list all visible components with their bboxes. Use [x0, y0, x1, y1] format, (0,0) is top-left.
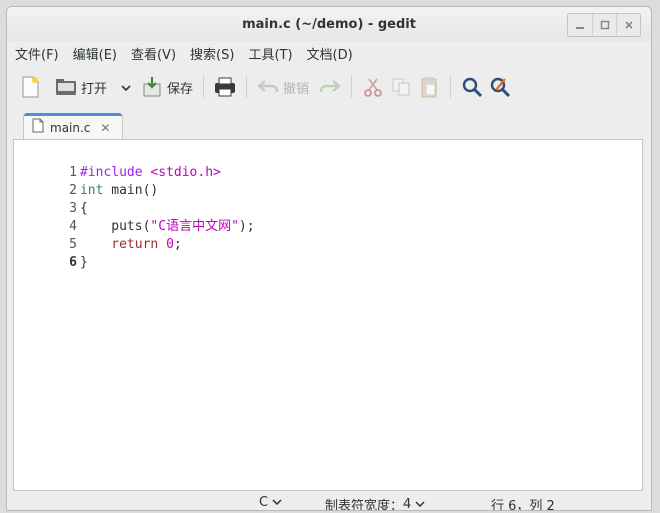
tab-width-selector[interactable]: 制表符宽度： 4: [325, 495, 425, 511]
close-button[interactable]: [616, 14, 640, 36]
recent-files-dropdown-icon[interactable]: [121, 81, 131, 94]
menu-view[interactable]: 查看(V): [131, 44, 176, 63]
find-replace-button[interactable]: [489, 73, 511, 101]
menu-bar: 文件(F) 编辑(E) 查看(V) 搜索(S) 工具(T) 文档(D): [7, 42, 651, 64]
language-label: C: [259, 495, 269, 510]
code-line: 3{: [14, 182, 88, 216]
new-document-button[interactable]: [19, 73, 41, 101]
tab-close-icon[interactable]: ✕: [100, 121, 110, 135]
redo-icon: [319, 76, 341, 98]
copy-button[interactable]: [390, 73, 412, 101]
code-token: }: [79, 255, 88, 270]
language-selector[interactable]: C: [259, 495, 282, 510]
cursor-position: 行 6，列 2: [491, 495, 555, 511]
tab-label: main.c: [50, 120, 91, 135]
code-token: );: [238, 219, 255, 234]
code-line: 6}: [14, 236, 88, 270]
cursor-position-text: 行 6，列 2: [491, 499, 555, 511]
open-label: 打开: [81, 81, 108, 97]
undo-icon: [257, 76, 279, 98]
title-bar[interactable]: main.c (~/demo) - gedit: [7, 7, 651, 41]
code-token: return: [111, 237, 159, 252]
maximize-icon: [600, 20, 609, 30]
redo-button[interactable]: [319, 73, 341, 101]
chevron-down-icon: [272, 497, 282, 508]
tab-width-label: 制表符宽度：: [325, 499, 404, 511]
print-icon: [214, 76, 236, 98]
code-line: 2 int main(): [14, 164, 158, 198]
text-document-icon: [32, 118, 44, 137]
save-label: 保存: [167, 81, 194, 97]
toolbar-separator: [203, 76, 205, 98]
code-line: 4 puts("C语言中文网");: [14, 200, 254, 234]
print-button[interactable]: [214, 73, 236, 101]
open-button[interactable]: 打开: [55, 73, 107, 101]
code-line: 5 return 0;: [14, 218, 182, 252]
cut-button[interactable]: [362, 73, 384, 101]
toolbar-separator: [246, 76, 248, 98]
scissors-icon: [362, 76, 384, 98]
menu-tools[interactable]: 工具(T): [248, 44, 292, 63]
save-icon: [141, 76, 163, 98]
menu-documents[interactable]: 文档(D): [307, 44, 353, 63]
minimize-button[interactable]: [568, 14, 592, 36]
code-token: main(): [103, 183, 159, 198]
find-replace-icon: [489, 76, 511, 98]
new-document-icon: [19, 76, 41, 98]
close-icon: [624, 21, 633, 29]
open-folder-icon: [55, 76, 77, 98]
find-button[interactable]: [461, 73, 483, 101]
code-token: <stdio.h>: [150, 165, 221, 180]
undo-label: 撤销: [283, 81, 310, 97]
search-icon: [461, 76, 483, 98]
line-number: 6: [69, 255, 77, 270]
minimize-icon: [576, 27, 584, 29]
toolbar-separator: [450, 76, 452, 98]
save-button[interactable]: 保存: [141, 73, 193, 101]
maximize-button[interactable]: [592, 14, 616, 36]
tab-main-c[interactable]: main.c ✕: [23, 113, 123, 141]
window-title: main.c (~/demo) - gedit: [242, 17, 416, 32]
paste-icon: [418, 76, 440, 98]
toolbar-separator: [351, 76, 353, 98]
status-bar: C 制表符宽度： 4 行 6，列 2: [7, 491, 651, 511]
paste-button[interactable]: [418, 73, 440, 101]
menu-file[interactable]: 文件(F): [15, 44, 59, 63]
gedit-window: main.c (~/demo) - gedit 文件(F) 编辑(E) 查看(V…: [6, 6, 652, 511]
menu-search[interactable]: 搜索(S): [190, 44, 234, 63]
code-token: 0: [166, 237, 174, 252]
chevron-down-icon: [415, 499, 425, 510]
document-tab-bar: main.c ✕: [13, 111, 643, 141]
code-token: ;: [173, 237, 182, 252]
copy-icon: [390, 76, 412, 98]
tab-width-value: 4: [403, 497, 412, 511]
menu-edit[interactable]: 编辑(E): [73, 44, 117, 63]
window-controls: [567, 13, 641, 37]
code-line: 1 #include <stdio.h>: [14, 146, 221, 180]
toolbar: 打开 保存 撤销: [7, 69, 651, 105]
text-editor[interactable]: 1 #include <stdio.h> 2 int main() 3{ 4 put…: [13, 139, 643, 491]
undo-button[interactable]: 撤销: [257, 73, 309, 101]
